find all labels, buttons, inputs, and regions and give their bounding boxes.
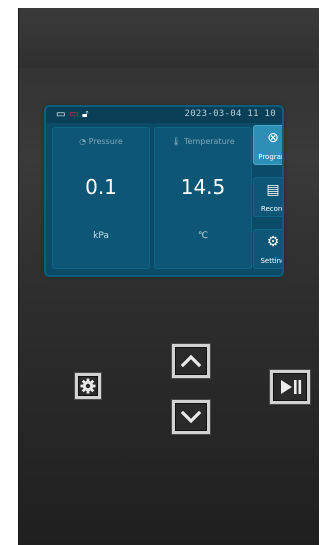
lock-icon: 🔓︎ [82, 109, 89, 120]
tray-icon: ▭ [56, 109, 66, 120]
record-label: Record [260, 205, 282, 213]
pressure-label: Pressure [88, 137, 123, 146]
status-bar: ▭ ▭ 🔓︎ 2023-03-04 11 10 [46, 107, 282, 123]
program-button[interactable]: ⊗ Program [253, 125, 282, 165]
program-icon: ⊗ [267, 130, 279, 146]
gear-icon [80, 378, 96, 394]
program-label: Program [258, 153, 282, 161]
temperature-card[interactable]: 🌡︎ Temperature 14.5 ℃ [154, 127, 252, 269]
setting-button[interactable]: ⚙ Setting [253, 229, 282, 269]
pressure-unit: kPa [93, 231, 109, 241]
pressure-title: ◔ Pressure [52, 137, 150, 146]
record-button[interactable]: ▤ Record [253, 177, 282, 217]
thermometer-icon: 🌡︎ [171, 137, 182, 146]
setting-label: Setting [260, 257, 282, 265]
play-pause-icon [281, 380, 302, 394]
gear-icon: ⚙ [266, 234, 280, 250]
datetime: 2023-03-04 11 10 [184, 109, 276, 119]
temperature-title: 🌡︎ Temperature [154, 137, 252, 146]
pressure-value: 0.1 [85, 175, 117, 199]
device-panel [18, 8, 319, 545]
temperature-unit: ℃ [197, 231, 209, 241]
tray-red-icon: ▭ [69, 109, 79, 120]
gauge-icon: ◔ [79, 137, 87, 146]
settings-hardware-button[interactable] [75, 373, 101, 399]
up-hardware-button[interactable] [172, 344, 210, 378]
chevron-down-icon [180, 410, 202, 424]
chevron-up-icon [180, 354, 202, 368]
clipboard-icon: ▤ [266, 182, 280, 198]
down-hardware-button[interactable] [172, 400, 210, 434]
pressure-card[interactable]: ◔ Pressure 0.1 kPa [52, 127, 150, 269]
temperature-value: 14.5 [180, 175, 226, 199]
touch-screen: ▭ ▭ 🔓︎ 2023-03-04 11 10 ◔ Pressure 0.1 k… [46, 107, 282, 275]
play-pause-hardware-button[interactable] [270, 370, 310, 404]
temperature-label: Temperature [184, 137, 235, 146]
